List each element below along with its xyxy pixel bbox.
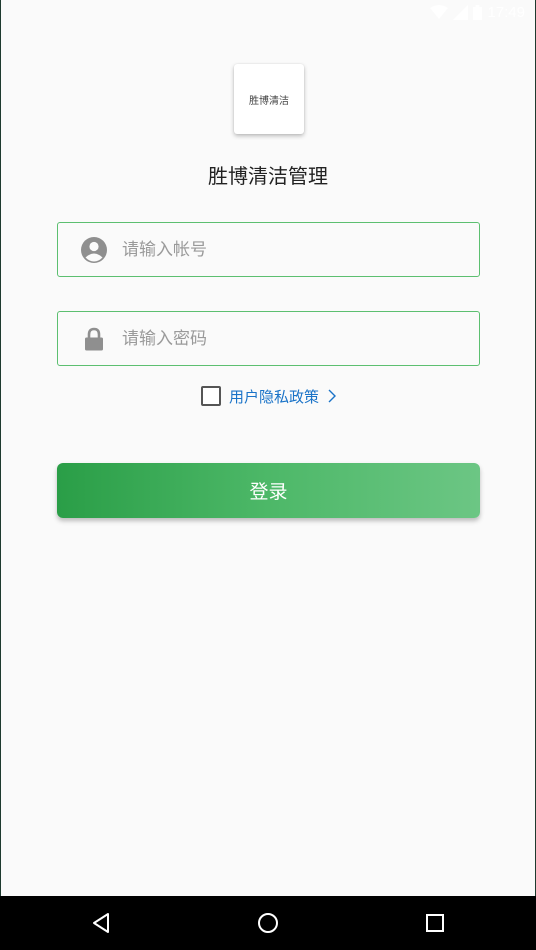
navigation-bar	[0, 896, 536, 950]
wifi-icon	[430, 5, 449, 19]
password-input[interactable]	[122, 312, 462, 365]
username-input[interactable]	[122, 223, 462, 276]
privacy-policy-link[interactable]: 用户隐私政策	[229, 386, 319, 407]
signal-icon	[453, 4, 469, 20]
lock-icon	[85, 327, 103, 351]
status-time: 17:49	[487, 3, 525, 21]
password-field[interactable]	[57, 311, 480, 366]
recents-icon[interactable]	[420, 908, 450, 938]
status-bar: 17:49	[1, 0, 535, 24]
chevron-right-icon[interactable]	[327, 388, 337, 404]
page-title: 胜博清洁管理	[208, 164, 328, 188]
username-field[interactable]	[57, 222, 480, 277]
login-button[interactable]: 登录	[57, 463, 480, 518]
account-circle-icon	[81, 237, 107, 263]
login-screen: 17:49 胜博清洁 胜博清洁管理 用户隐私政策 登录	[1, 0, 535, 896]
logo-text: 胜博清洁	[249, 95, 289, 107]
battery-icon	[473, 4, 483, 20]
back-icon[interactable]	[86, 908, 116, 938]
privacy-row: 用户隐私政策	[201, 384, 337, 408]
privacy-checkbox[interactable]	[201, 386, 221, 406]
home-icon[interactable]	[253, 908, 283, 938]
app-logo: 胜博清洁	[234, 64, 304, 134]
